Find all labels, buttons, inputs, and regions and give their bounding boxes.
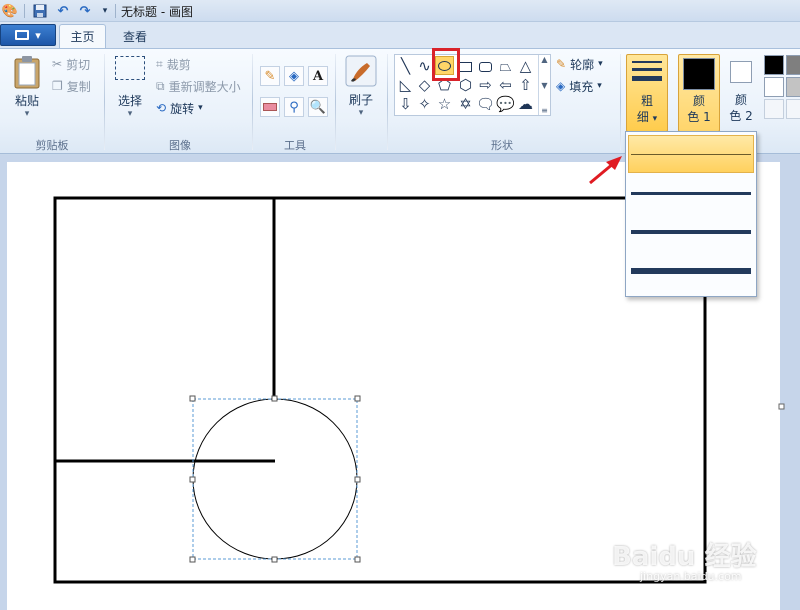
drawn-rectangle <box>53 196 707 584</box>
resize-handle[interactable] <box>189 395 196 402</box>
resize-handle[interactable] <box>189 556 196 563</box>
size-line-1px <box>631 153 751 155</box>
size-option-5px[interactable] <box>628 213 754 251</box>
canvas-drawing <box>53 156 785 584</box>
drawn-circle <box>192 398 358 560</box>
size-line-5px <box>631 230 751 234</box>
watermark-url: jingyan.baidu.com <box>640 570 742 583</box>
canvas-resize-handle[interactable] <box>778 403 785 410</box>
selection-handles[interactable] <box>189 395 361 563</box>
shape-selection-box <box>192 398 358 560</box>
baidu-watermark: Baidu 经验 <box>612 542 757 572</box>
oval-highlight-annotation <box>432 48 460 81</box>
size-option-8px[interactable] <box>628 252 754 290</box>
size-option-1px[interactable] <box>628 135 754 173</box>
red-arrow-annotation <box>589 161 615 185</box>
resize-handle[interactable] <box>354 556 361 563</box>
resize-handle[interactable] <box>354 476 361 483</box>
resize-handle[interactable] <box>354 395 361 402</box>
size-line-3px <box>631 191 751 195</box>
resize-handle[interactable] <box>271 395 278 402</box>
size-option-3px[interactable] <box>628 174 754 212</box>
resize-handle[interactable] <box>189 476 196 483</box>
size-line-8px <box>631 268 751 274</box>
resize-handle[interactable] <box>271 556 278 563</box>
size-dropdown-menu <box>625 131 757 297</box>
